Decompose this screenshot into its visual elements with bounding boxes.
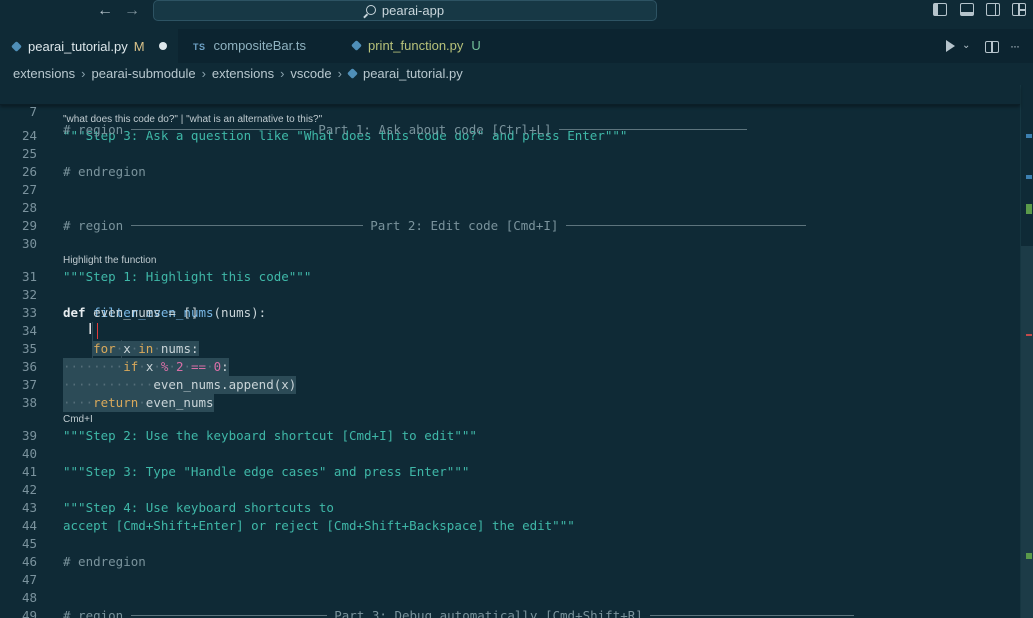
chevron-right-icon: › <box>81 66 86 81</box>
line-number: 29 <box>21 218 37 233</box>
tab-label: print_function.py <box>368 38 464 53</box>
chevron-right-icon: › <box>337 66 342 81</box>
typescript-icon: TS <box>193 42 206 52</box>
line-number: 40 <box>21 446 37 461</box>
line-number: 31 <box>21 269 37 284</box>
toggle-secondary-sidebar-icon[interactable] <box>986 3 1000 16</box>
line-number: 30 <box>21 236 37 251</box>
suggestion-hint[interactable]: Cmd+I <box>63 413 93 427</box>
line-number: 35 <box>21 341 37 356</box>
tab-print-function[interactable]: print_function.py U <box>336 29 516 63</box>
code-line: """Step 1: Highlight this code""" <box>63 269 312 284</box>
line-number: 7 <box>29 104 37 119</box>
chevron-right-icon: › <box>201 66 206 81</box>
breadcrumb-item[interactable]: vscode <box>290 66 331 81</box>
line-number: 26 <box>21 164 37 179</box>
command-center-search[interactable]: pearai-app <box>153 0 657 21</box>
ibeam-cursor-icon: I <box>88 320 93 338</box>
arrow-left-icon[interactable]: ← <box>97 1 113 21</box>
untracked-flag: U <box>471 38 481 53</box>
tab-label: pearai_tutorial.py <box>28 39 128 54</box>
more-actions-icon[interactable]: ··· <box>1010 29 1020 63</box>
overview-ruler-mark <box>1026 334 1032 336</box>
code-editor[interactable]: 7 # region Part 1: Ask about code [Ctrl+… <box>0 85 1033 618</box>
suggestion-hint[interactable]: Highlight the function <box>63 254 156 268</box>
python-icon <box>351 40 362 51</box>
overview-ruler-mark <box>1026 204 1032 214</box>
line-number: 37 <box>21 377 37 392</box>
python-icon <box>347 68 358 79</box>
customize-layout-icon[interactable] <box>1012 3 1026 16</box>
line-number: 44 <box>21 518 37 533</box>
unsaved-dot-icon[interactable] <box>158 42 167 50</box>
scrollbar-thumb[interactable] <box>1021 246 1033 618</box>
region-rule <box>130 129 311 130</box>
line-number: 43 <box>21 500 37 515</box>
line-number: 28 <box>21 200 37 215</box>
toggle-primary-sidebar-icon[interactable] <box>933 3 947 16</box>
tab-pearai-tutorial[interactable]: pearai_tutorial.py M <box>0 29 178 64</box>
code-line: # endregion <box>63 554 146 569</box>
chevron-right-icon: › <box>280 66 285 81</box>
code-line: """Step 2: Use the keyboard shortcut [Cm… <box>63 428 477 443</box>
code-line: accept [Cmd+Shift+Enter] or reject [Cmd+… <box>63 518 575 533</box>
arrow-right-icon[interactable]: → <box>124 1 140 21</box>
overview-ruler-mark <box>1026 134 1032 138</box>
sticky-scroll-header[interactable]: 7 # region Part 1: Ask about code [Ctrl+… <box>0 85 1020 137</box>
breadcrumb: extensions › pearai-submodule › extensions › v… <box>13 64 463 84</box>
search-icon <box>365 5 376 15</box>
line-number: 41 <box>21 464 37 479</box>
code-line: """Step 3: Type "Handle edge cases" and … <box>63 464 470 479</box>
line-number: 38 <box>21 395 37 410</box>
split-editor-icon[interactable] <box>985 29 999 63</box>
breadcrumb-item[interactable]: extensions <box>13 66 75 81</box>
line-number: 39 <box>21 428 37 443</box>
breadcrumb-item[interactable]: pearai_tutorial.py <box>363 66 463 81</box>
line-number: 48 <box>21 590 37 605</box>
title-bar: ← → pearai-app <box>0 0 1033 22</box>
search-label: pearai-app <box>381 3 445 18</box>
breadcrumb-item[interactable]: pearai-submodule <box>92 66 196 81</box>
modified-flag: M <box>133 39 145 54</box>
line-number: 49 <box>21 608 37 618</box>
line-number: 36 <box>21 359 37 374</box>
region-rule <box>559 129 748 130</box>
breadcrumb-item[interactable]: extensions <box>212 66 274 81</box>
code-line: even_nums = [] <box>63 305 199 320</box>
overview-ruler-mark <box>1026 553 1032 559</box>
tab-composite-bar[interactable]: TS compositeBar.ts <box>178 29 336 63</box>
text-cursor <box>97 323 98 339</box>
line-number: 47 <box>21 572 37 587</box>
code-line: """Step 4: Use keyboard shortcuts to <box>63 500 334 515</box>
python-icon <box>11 41 22 52</box>
line-number: 32 <box>21 287 37 302</box>
line-number: 46 <box>21 554 37 569</box>
code-line: # endregion <box>63 164 146 179</box>
line-number: 42 <box>21 482 37 497</box>
run-icon[interactable] <box>946 29 955 63</box>
tab-label: compositeBar.ts <box>213 38 307 53</box>
line-number: 45 <box>21 536 37 551</box>
line-number: 27 <box>21 182 37 197</box>
overview-ruler-mark <box>1026 175 1032 179</box>
run-dropdown-icon[interactable]: ⌄ <box>962 29 970 63</box>
line-number: 33 <box>21 305 37 320</box>
region-comment: # region <box>63 122 131 137</box>
editor-tab-bar: pearai_tutorial.py M TS compositeBar.ts pr… <box>0 29 1033 64</box>
region-title: Part 1: Ask about code [Ctrl+L] <box>310 122 560 137</box>
line-number: 34 <box>21 323 37 338</box>
toggle-panel-icon[interactable] <box>960 3 974 16</box>
